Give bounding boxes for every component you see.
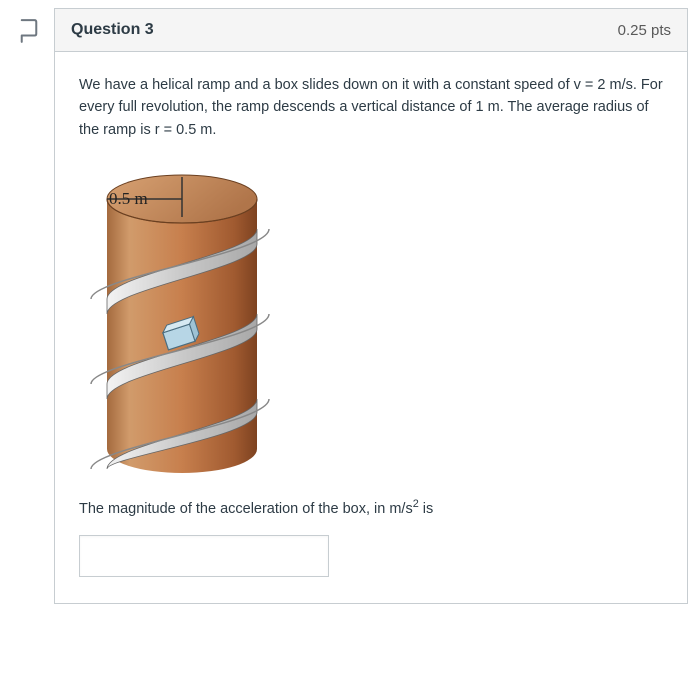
question-prompt: The magnitude of the acceleration of the… — [79, 499, 663, 521]
question-title: Question 3 — [71, 21, 154, 39]
answer-input[interactable] — [79, 535, 329, 577]
question-page: Question 3 0.25 pts We have a helical ra… — [0, 0, 700, 612]
question-text: We have a helical ramp and a box slides … — [79, 74, 663, 141]
prompt-text-post: is — [419, 501, 434, 517]
helical-ramp-illustration: 0.5 m — [79, 159, 289, 479]
prompt-text-pre: The magnitude of the acceleration of the… — [79, 501, 413, 517]
flag-icon[interactable] — [19, 18, 39, 44]
question-card: Question 3 0.25 pts We have a helical ra… — [54, 8, 688, 604]
radius-label: 0.5 m — [109, 189, 148, 209]
question-points: 0.25 pts — [618, 22, 671, 39]
flag-column — [4, 8, 54, 44]
answer-container — [79, 535, 329, 577]
question-header: Question 3 0.25 pts — [55, 9, 687, 52]
question-body: We have a helical ramp and a box slides … — [55, 52, 687, 603]
